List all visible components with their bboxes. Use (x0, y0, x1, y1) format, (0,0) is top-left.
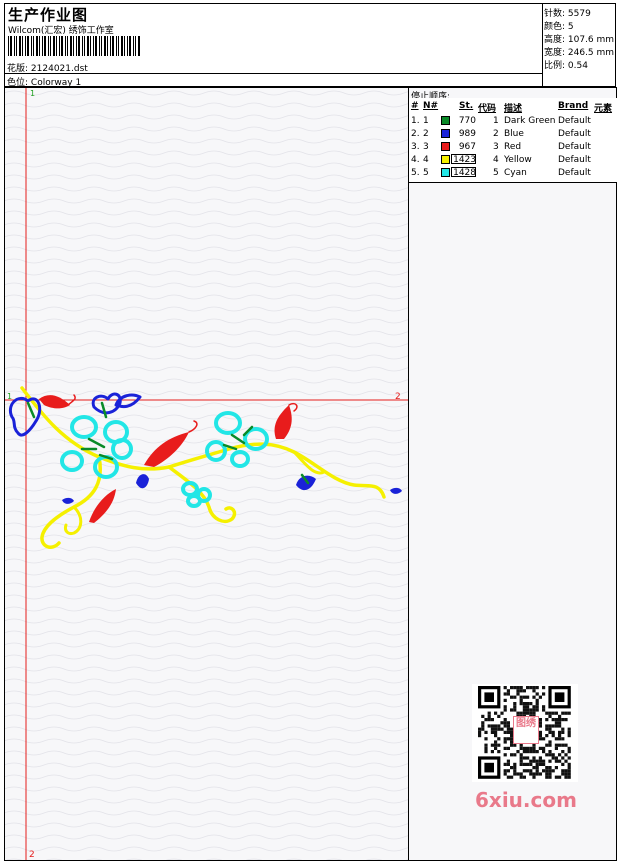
row-brand: Default (558, 142, 591, 152)
marker-right: 2 (395, 392, 401, 402)
row-description: Blue (504, 129, 524, 139)
col-header-stitches: St. (459, 101, 474, 111)
page-title: 生产作业图 (8, 6, 89, 24)
row-code: 1 (493, 116, 499, 126)
row-index: 4. (411, 155, 420, 165)
row-code: 2 (493, 129, 499, 139)
row-stitch-count: 1423 (453, 155, 476, 165)
qr-center-logo: 图绣 (513, 716, 539, 744)
stat-scale: 比例: 0.54 (544, 61, 588, 71)
row-needle: 4 (423, 155, 429, 165)
barcode (8, 36, 140, 56)
col-header-element: 元素 (594, 104, 613, 114)
col-header-needle: N# (423, 101, 439, 111)
row-stitch-count: 1428 (453, 168, 476, 178)
design-canvas: 1 1 2 2 (5, 88, 408, 860)
stat-stitches: 针数: 5579 (544, 9, 591, 19)
col-header-code: 代码 (478, 104, 497, 114)
row-brand: Default (558, 155, 591, 165)
marker-left: 1 (7, 392, 12, 401)
subtitle: Wilcom(汇宏) 绣饰工作室 (8, 26, 114, 36)
row-brand: Default (558, 129, 591, 139)
row-index: 5. (411, 168, 420, 178)
row-stitch-count: 967 (458, 142, 476, 152)
row-description: Red (504, 142, 522, 152)
stat-height: 高度: 107.6 mm (544, 35, 615, 45)
col-header-brand: Brand (558, 101, 589, 111)
row-needle: 1 (423, 116, 429, 126)
row-index: 3. (411, 142, 420, 152)
row-needle: 2 (423, 129, 429, 139)
stat-colors: 颜色: 5 (544, 22, 574, 32)
col-header-description: 描述 (504, 104, 523, 114)
row-code: 3 (493, 142, 499, 152)
watermark-logo: 6xiu.com (475, 788, 577, 812)
marker-bottom: 2 (29, 850, 35, 860)
row-stitch-count: 770 (458, 116, 476, 126)
row-code: 4 (493, 155, 499, 165)
row-index: 2. (411, 129, 420, 139)
row-code: 5 (493, 168, 499, 178)
row-index: 1. (411, 116, 420, 126)
row-brand: Default (558, 116, 591, 126)
marker-top: 1 (30, 89, 35, 98)
row-brand: Default (558, 168, 591, 178)
row-description: Yellow (504, 155, 532, 165)
row-description: Cyan (504, 168, 527, 178)
stat-width: 宽度: 246.5 mm (544, 48, 615, 58)
row-needle: 5 (423, 168, 429, 178)
row-description: Dark Green (504, 116, 556, 126)
row-needle: 3 (423, 142, 429, 152)
row-stitch-count: 989 (458, 129, 476, 139)
col-header-index: # (411, 101, 419, 111)
meta-divider (4, 73, 542, 74)
